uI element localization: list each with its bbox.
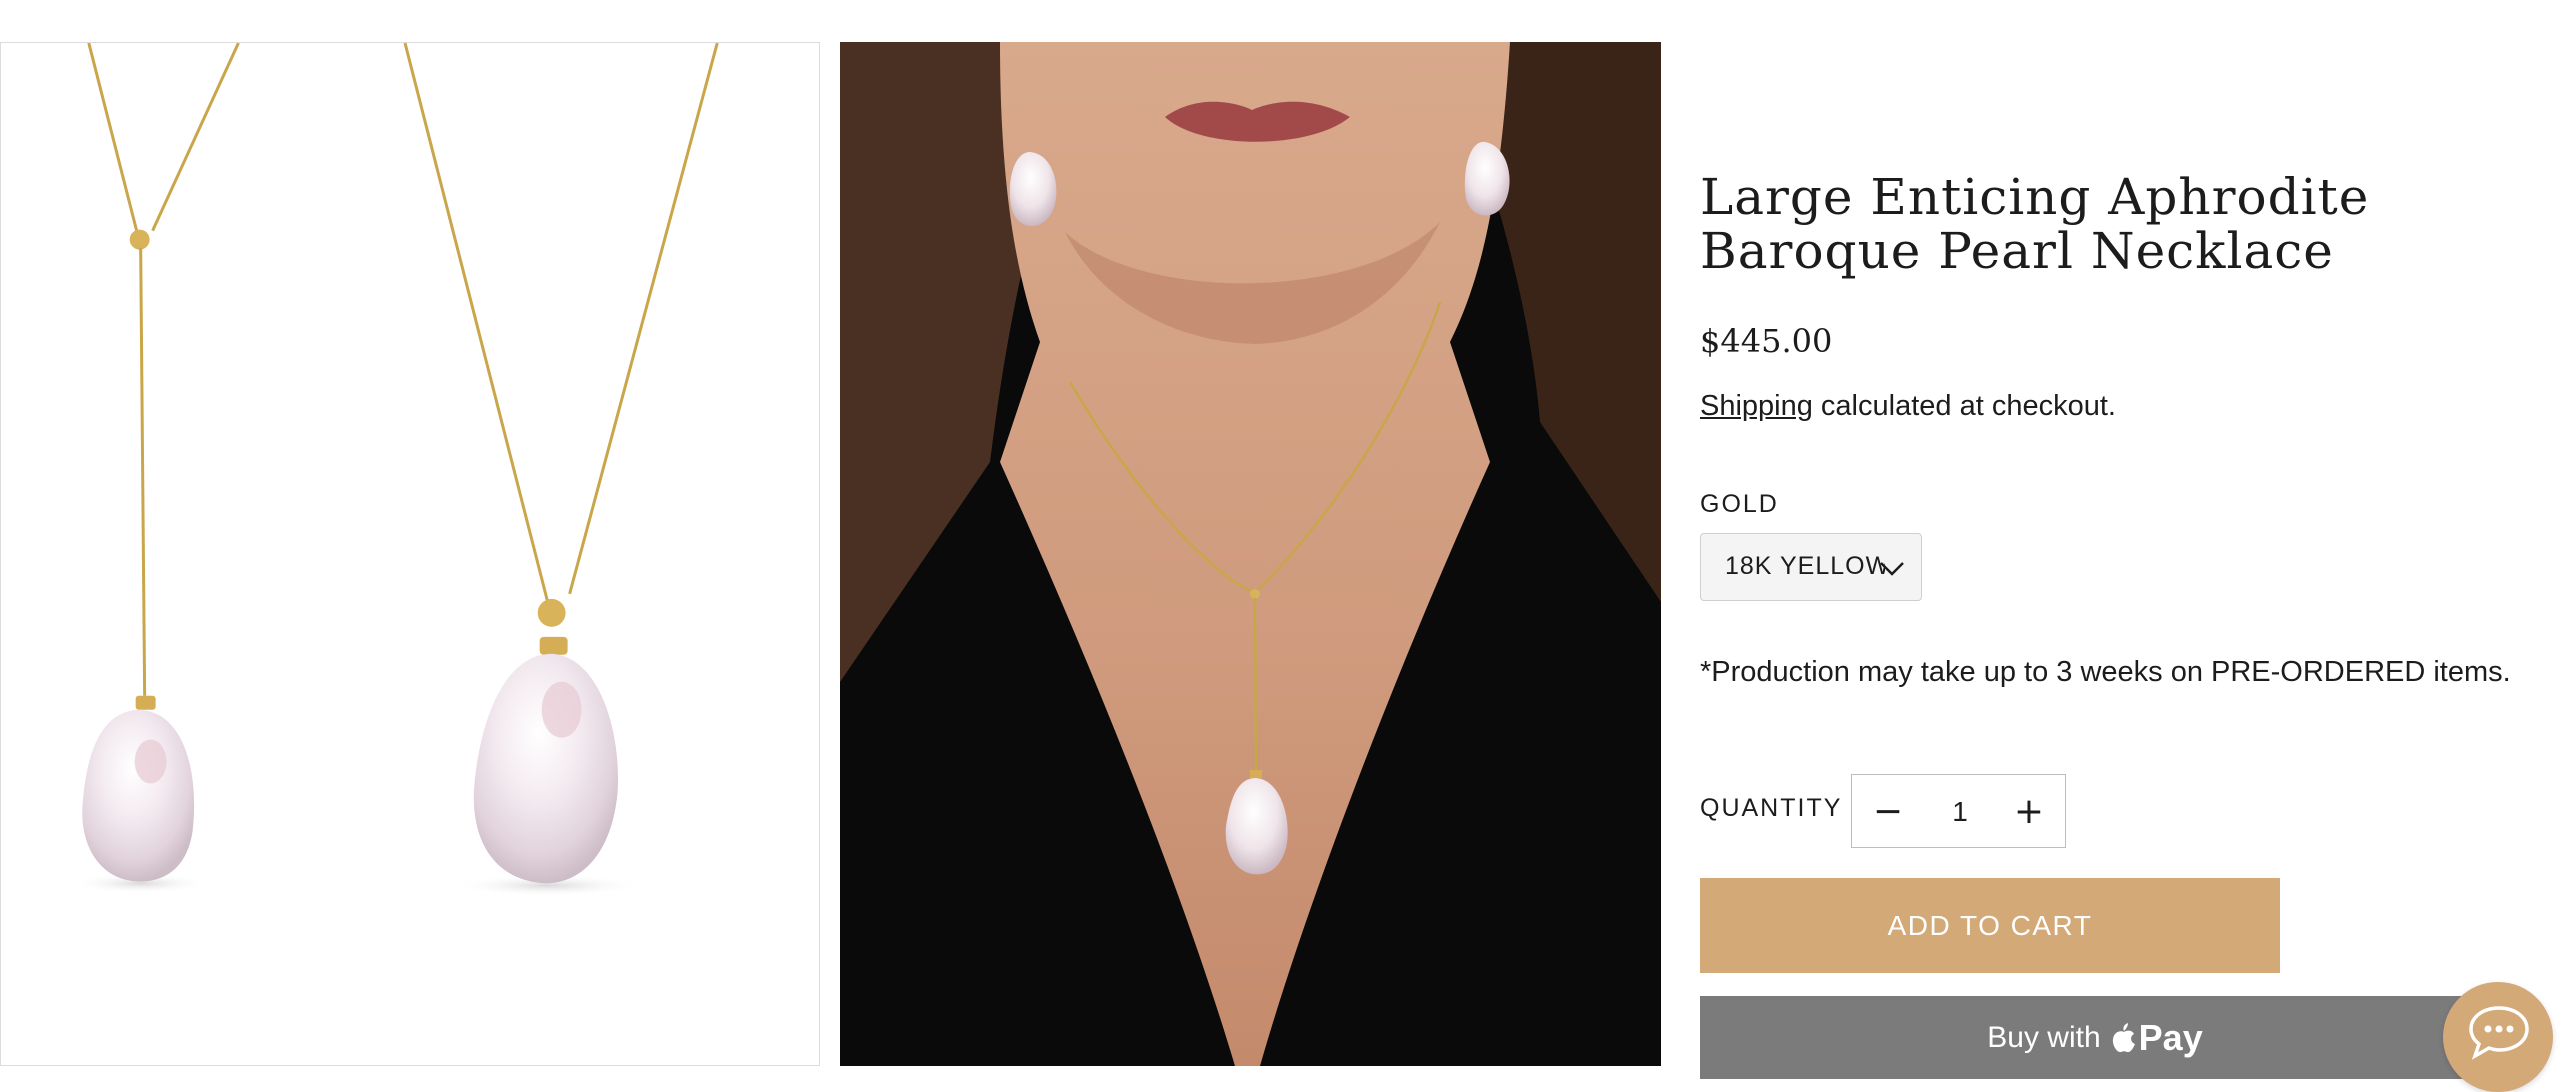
product-photo-pearl-necklaces[interactable]: [0, 42, 820, 1066]
chat-button[interactable]: [2443, 982, 2553, 1092]
quantity-decrease-button[interactable]: −: [1858, 775, 1918, 847]
chat-bubble-icon: [2469, 1006, 2529, 1060]
chevron-down-icon: [1880, 562, 1904, 576]
add-to-cart-button[interactable]: ADD TO CART: [1700, 878, 2280, 973]
gold-select[interactable]: 18K YELLOW: [1700, 533, 1922, 601]
shipping-link[interactable]: Shipping: [1700, 390, 1813, 422]
shipping-note-text: calculated at checkout.: [1812, 390, 2116, 422]
quantity-input[interactable]: [1918, 789, 2002, 835]
shipping-note: Shipping calculated at checkout.: [1700, 390, 2116, 423]
apple-pay-brand: Pay: [2111, 1017, 2203, 1059]
quantity-increase-button[interactable]: +: [1999, 775, 2059, 847]
production-note: *Production may take up to 3 weeks on PR…: [1700, 656, 2511, 688]
pay-label: Pay: [2138, 1016, 2203, 1058]
apple-logo-icon: [2112, 1022, 2135, 1052]
apple-pay-button[interactable]: Buy with Pay: [1700, 996, 2490, 1079]
gold-option-label: GOLD: [1700, 490, 1779, 518]
model-wearing-necklace[interactable]: [840, 42, 1661, 1066]
quantity-label: QUANTITY: [1700, 794, 1843, 822]
quantity-stepper: − +: [1851, 774, 2066, 848]
product-price: $445.00: [1700, 322, 1833, 360]
buy-with-label: Buy with: [1987, 1020, 2101, 1054]
product-title: Large Enticing Aphrodite Baroque Pearl N…: [1700, 168, 2370, 280]
gold-select-value: 18K YELLOW: [1725, 552, 1885, 580]
